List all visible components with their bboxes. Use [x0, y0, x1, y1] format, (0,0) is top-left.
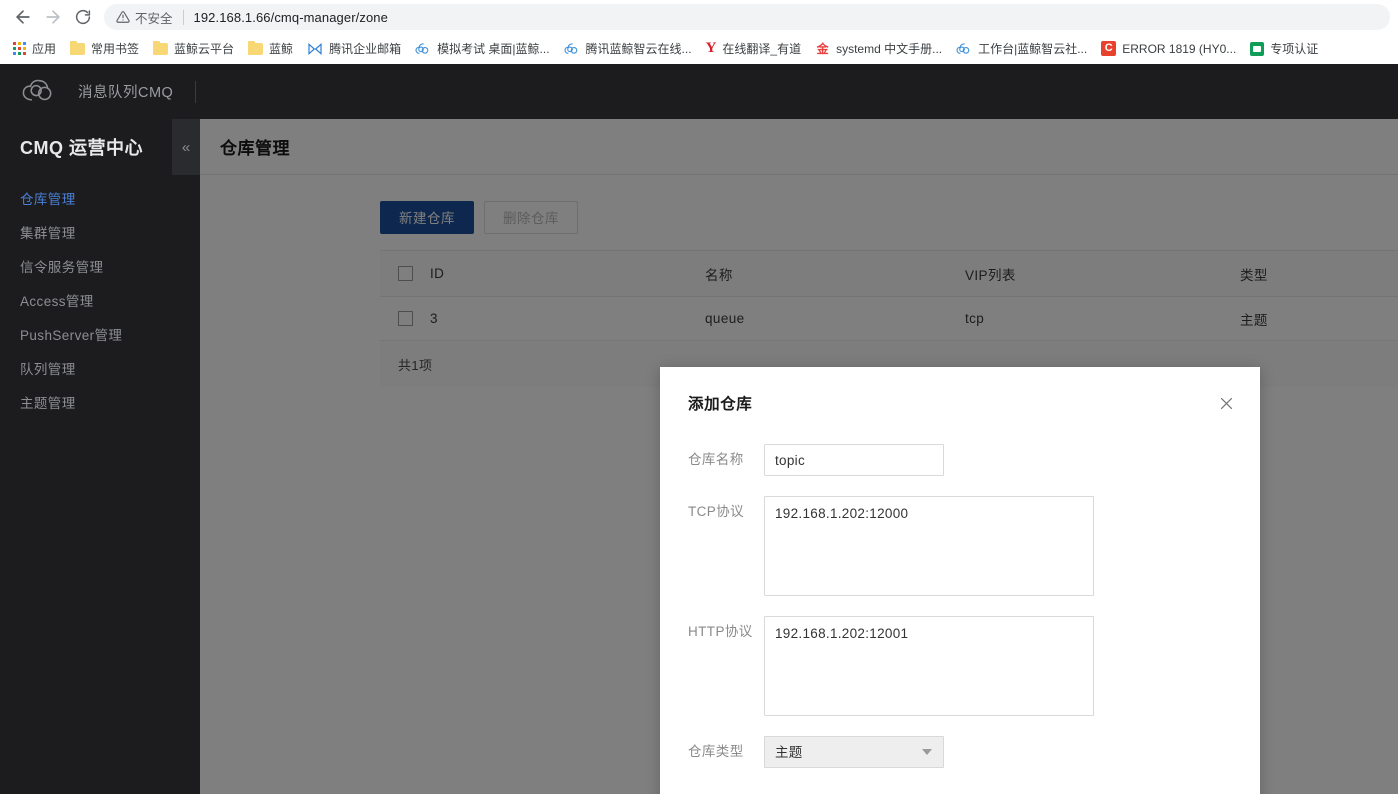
dialog-actions: 提交 关闭: [660, 788, 1260, 794]
app-top-header: 消息队列CMQ: [0, 64, 1398, 119]
reload-icon: [75, 9, 91, 25]
dialog-close-button[interactable]: [1214, 391, 1238, 415]
sidebar-item-label: 队列管理: [20, 362, 76, 377]
bookmark-label: 蓝鲸: [269, 42, 294, 56]
sidebar-item-label: 信令服务管理: [20, 260, 104, 275]
bookmark-item[interactable]: 腾讯企业邮箱: [300, 37, 408, 60]
apps-grid-icon: [13, 42, 26, 55]
folder-icon: [70, 40, 86, 55]
address-bar[interactable]: 不安全 192.168.1.66/cmq-manager/zone: [104, 4, 1390, 30]
back-arrow-icon: [16, 10, 30, 24]
bookmark-label: 腾讯蓝鲸智云在线...: [585, 42, 692, 56]
dialog-header: 添加仓库: [660, 367, 1260, 439]
folder-icon: [248, 40, 264, 55]
bookmark-item[interactable]: 蓝鲸云平台: [146, 37, 241, 60]
warehouse-name-label: 仓库名称: [688, 452, 744, 467]
dialog-title: 添加仓库: [688, 396, 753, 413]
app-window: 消息队列CMQ CMQ 运营中心 « 仓库管理集群管理信令服务管理 Access管…: [0, 64, 1398, 794]
security-label: 不安全: [135, 11, 173, 26]
bookmark-label: 腾讯企业邮箱: [329, 42, 402, 56]
bookmark-item[interactable]: 常用书签: [63, 37, 146, 60]
sheets-icon: [1250, 41, 1265, 56]
sidebar-item-label: 集群管理: [20, 226, 76, 241]
sidebar-item-label: Access管理: [20, 294, 94, 309]
bookmark-item[interactable]: 工作台|蓝鲸智云社...: [949, 37, 1094, 60]
sidebar-item-3[interactable]: Access管理: [0, 283, 200, 317]
http-protocol-textarea[interactable]: [764, 616, 1094, 716]
tcp-protocol-label: TCP协议: [688, 504, 744, 519]
sidebar-item-label: 主题管理: [20, 396, 76, 411]
bookmark-item[interactable]: C ERROR 1819 (HY0...: [1094, 38, 1243, 59]
header-divider: [195, 80, 197, 103]
field-row-warehouse-name: 仓库名称: [660, 444, 1260, 476]
tcp-protocol-textarea[interactable]: [764, 496, 1094, 596]
folder-icon: [153, 40, 169, 55]
jin-icon: 金: [816, 41, 829, 56]
bookmark-item[interactable]: 金 systemd 中文手册...: [808, 37, 949, 60]
sidebar-item-label: PushServer管理: [20, 328, 123, 343]
bookmark-item[interactable]: 应用: [6, 37, 63, 60]
forward-arrow-icon: [46, 10, 60, 24]
sidebar-item-2[interactable]: 信令服务管理: [0, 249, 200, 283]
warehouse-type-select[interactable]: 主题队列: [764, 736, 944, 768]
sidebar-title: CMQ 运营中心: [20, 138, 143, 158]
warehouse-type-select-wrap: 主题队列: [764, 736, 944, 768]
sidebar-item-6[interactable]: 主题管理: [0, 385, 200, 419]
bookmark-label: 常用书签: [91, 42, 140, 56]
http-protocol-label: HTTP协议: [688, 624, 753, 639]
bookmark-label: systemd 中文手册...: [836, 42, 943, 56]
collapse-double-chevron-left-icon: «: [181, 138, 191, 156]
bookmark-item[interactable]: 蓝鲸: [241, 37, 300, 60]
browser-nav-bar: 不安全 192.168.1.66/cmq-manager/zone: [0, 0, 1398, 34]
bookmark-label: 蓝鲸云平台: [174, 42, 235, 56]
field-row-tcp-protocol: TCP协议: [660, 496, 1260, 596]
warehouse-name-input[interactable]: [764, 444, 944, 476]
bookmark-item[interactable]: 腾讯蓝鲸智云在线...: [557, 37, 699, 60]
youdao-icon: Y: [705, 40, 717, 56]
url-text: 192.168.1.66/cmq-manager/zone: [193, 9, 388, 25]
warehouse-type-label: 仓库类型: [688, 744, 744, 759]
sidebar-collapse-button[interactable]: «: [172, 119, 200, 175]
sidebar-item-5[interactable]: 队列管理: [0, 351, 200, 385]
product-name: 消息队列CMQ: [78, 85, 174, 101]
bookmark-item[interactable]: 模拟考试 桌面|蓝鲸...: [408, 37, 556, 60]
bookmark-label: 模拟考试 桌面|蓝鲸...: [437, 42, 550, 56]
dialog-body: 仓库名称 TCP协议 HTTP协议 仓库类型 主题队列 提交 关闭: [660, 439, 1260, 794]
security-indicator[interactable]: 不安全: [116, 8, 173, 27]
cloud-icon: [956, 42, 970, 54]
bookmarks-bar: 应用 常用书签 蓝鲸云平台 蓝鲸 腾讯企业邮箱 模拟考试 桌面|蓝鲸... 腾讯蓝鲸智云在线…: [0, 34, 1398, 64]
sidebar-item-label: 仓库管理: [20, 192, 76, 207]
omnibox-divider: [182, 9, 184, 25]
back-button[interactable]: [8, 2, 38, 32]
browser-chrome: 不安全 192.168.1.66/cmq-manager/zone 应用 常用书签…: [0, 0, 1398, 64]
csdn-icon: C: [1101, 41, 1117, 56]
cloud-icon: [564, 42, 577, 54]
sidebar-item-1[interactable]: 集群管理: [0, 215, 200, 249]
warning-triangle-icon: [116, 11, 130, 23]
tencent-cloud-logo-icon: [22, 79, 52, 101]
bookmark-item[interactable]: Y 在线翻译_有道: [699, 37, 809, 60]
reload-button[interactable]: [68, 2, 98, 32]
cloud-icon: [415, 42, 429, 54]
sidebar: CMQ 运营中心 « 仓库管理集群管理信令服务管理 Access管理 PushSer…: [0, 119, 200, 794]
bookmark-label: 专项认证: [1270, 42, 1319, 56]
bookmark-label: 在线翻译_有道: [722, 42, 802, 56]
bowtie-mail-icon: [308, 42, 322, 55]
sidebar-item-0[interactable]: 仓库管理: [0, 181, 200, 215]
close-x-icon: [1220, 397, 1232, 409]
sidebar-menu: 仓库管理集群管理信令服务管理 Access管理 PushServer管理 队列管理主题…: [0, 175, 200, 419]
field-row-warehouse-type: 仓库类型 主题队列: [660, 736, 1260, 768]
sidebar-header: CMQ 运营中心 «: [0, 119, 200, 175]
add-warehouse-dialog: 添加仓库 仓库名称 TCP协议 HTTP协议 仓库类型: [660, 367, 1260, 794]
bookmark-label: 应用: [32, 42, 57, 56]
bookmark-label: ERROR 1819 (HY0...: [1122, 41, 1237, 56]
field-row-http-protocol: HTTP协议: [660, 616, 1260, 716]
bookmark-label: 工作台|蓝鲸智云社...: [978, 42, 1088, 56]
bookmark-item[interactable]: 专项认证: [1243, 37, 1325, 60]
forward-button[interactable]: [38, 2, 68, 32]
sidebar-item-4[interactable]: PushServer管理: [0, 317, 200, 351]
